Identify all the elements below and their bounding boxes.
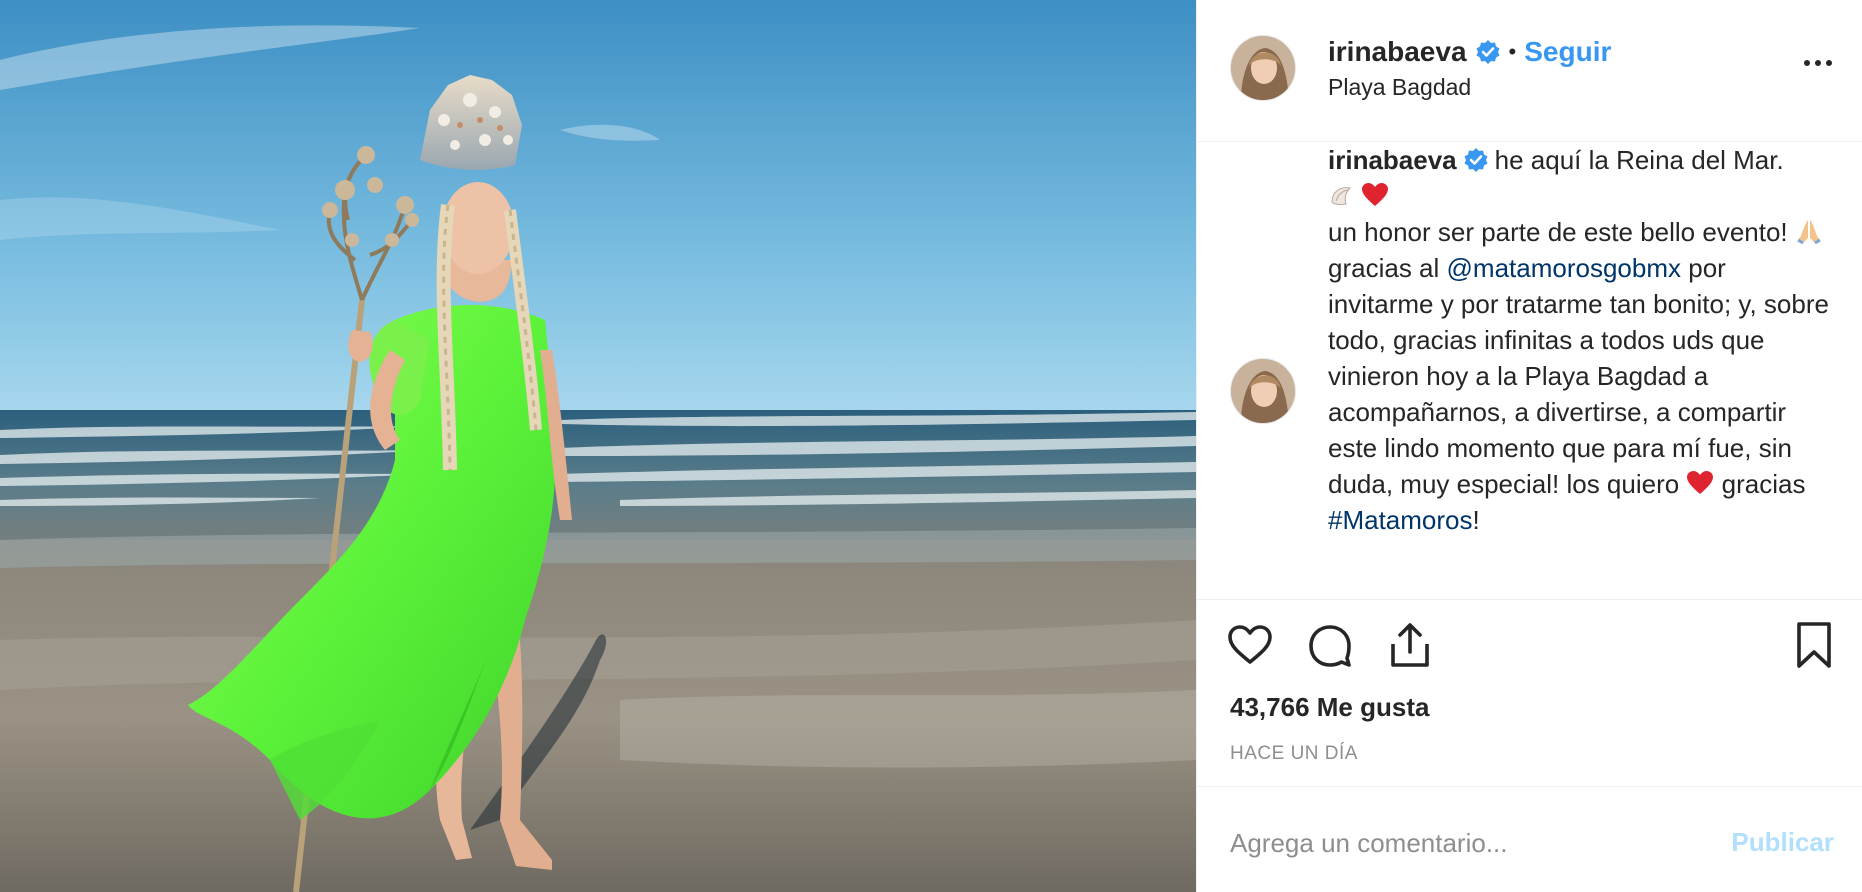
like-heart-icon[interactable] <box>1223 618 1277 672</box>
post-header: irinabaeva • Seguir Playa Bagdad <box>1197 0 1862 142</box>
hashtag-link[interactable]: #Matamoros <box>1328 505 1473 535</box>
add-comment-bar: Publicar <box>1197 786 1862 892</box>
post-photo[interactable] <box>0 0 1196 892</box>
caption-avatar[interactable] <box>1230 358 1296 424</box>
shell-icon <box>1331 187 1352 206</box>
likes-number: 43,766 <box>1230 692 1310 722</box>
caption-text: gracias al <box>1328 253 1440 283</box>
avatar[interactable] <box>1230 35 1296 101</box>
location-link[interactable]: Playa Bagdad <box>1328 74 1471 101</box>
avatar-portrait <box>1231 36 1295 100</box>
username[interactable]: irinabaeva <box>1328 36 1467 68</box>
mention-link[interactable]: @matamorosgobmx <box>1447 253 1681 283</box>
heart-emoji <box>1362 183 1389 206</box>
share-icon[interactable] <box>1383 618 1437 672</box>
follow-button[interactable]: Seguir <box>1524 36 1611 68</box>
publish-button[interactable]: Publicar <box>1731 827 1834 858</box>
caption-text: ! <box>1472 505 1480 535</box>
caption-text: he aquí la Reina del Mar. <box>1494 145 1784 175</box>
instagram-post: irinabaeva • Seguir Playa Bagdad irinaba… <box>0 0 1862 892</box>
likes-count[interactable]: 43,766 Me gusta <box>1230 692 1429 723</box>
more-options-icon[interactable] <box>1802 54 1834 72</box>
post-timestamp[interactable]: HACE UN DÍA <box>1230 743 1358 765</box>
beach-queen-photo <box>0 0 1196 892</box>
comment-input[interactable] <box>1230 823 1700 863</box>
more-dot <box>1804 60 1810 66</box>
caption-text: un honor ser parte de este bello evento! <box>1328 217 1788 247</box>
pray-emoji <box>1797 220 1821 244</box>
save-bookmark-icon[interactable] <box>1787 618 1841 672</box>
likes-label: Me gusta <box>1316 692 1430 722</box>
comments-section: irinabaeva he aquí la Reina del Mar. un … <box>1197 142 1862 600</box>
heart-emoji <box>1687 471 1714 494</box>
verified-badge-icon <box>1464 148 1488 172</box>
avatar-portrait <box>1231 359 1295 423</box>
post-caption: irinabaeva he aquí la Reina del Mar. un … <box>1328 142 1838 538</box>
post-details-panel: irinabaeva • Seguir Playa Bagdad irinaba… <box>1196 0 1862 892</box>
caption-username[interactable]: irinabaeva <box>1328 145 1457 175</box>
verified-badge-icon <box>1476 40 1500 64</box>
caption-text: por invitarme y por tratarme tan bonito;… <box>1328 253 1829 499</box>
comment-icon[interactable] <box>1303 618 1357 672</box>
more-dot <box>1826 60 1832 66</box>
separator-dot: • <box>1508 39 1517 64</box>
action-bar <box>1197 618 1862 678</box>
more-dot <box>1815 60 1821 66</box>
caption-text: gracias <box>1721 469 1806 499</box>
